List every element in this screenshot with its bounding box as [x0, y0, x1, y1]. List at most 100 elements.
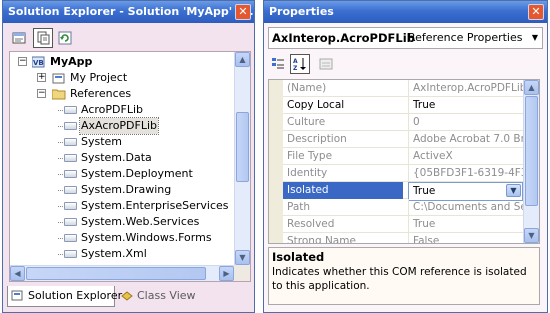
scroll-thumb[interactable] — [26, 267, 206, 280]
collapse-icon[interactable]: − — [37, 89, 46, 98]
solution-explorer-window: Solution Explorer - Solution 'MyApp' (..… — [2, 0, 255, 313]
description-pane: Isolated Indicates whether this COM refe… — [268, 247, 540, 305]
property-value: ActiveX — [408, 148, 523, 165]
property-name: Description — [287, 133, 347, 145]
reference-icon — [64, 218, 77, 226]
property-grid[interactable]: (Name) AxInterop.AcroPDFLib Copy Local T… — [268, 79, 540, 244]
property-value: False — [408, 233, 523, 243]
reference-label-selected: AxAcroPDFLib — [78, 117, 160, 135]
property-grid-gutter — [269, 80, 283, 243]
tree-reference-row[interactable]: System.Web.Services — [10, 214, 236, 230]
solution-explorer-tabs: Solution Explorer Class View — [7, 285, 250, 309]
property-row[interactable]: Identity {05BFD3F1-6319-4F30-E — [283, 165, 523, 182]
tree-reference-row[interactable]: System.Data — [10, 150, 236, 166]
property-name: File Type — [287, 150, 333, 162]
folder-icon — [51, 88, 66, 100]
svg-text:A: A — [293, 58, 298, 65]
tab-label: Class View — [137, 289, 196, 302]
property-name: Resolved — [287, 218, 335, 230]
properties-page-icon[interactable] — [9, 28, 29, 48]
property-grid-scrollbar[interactable]: ▲ ▼ — [523, 80, 539, 243]
reference-icon — [64, 250, 77, 258]
categorized-icon[interactable] — [268, 54, 288, 74]
tree-project-row[interactable]: − VB MyApp — [10, 54, 236, 70]
reference-icon — [64, 138, 77, 146]
properties-window: Properties ✕ AxInterop.AcroPDFLib Refere… — [263, 0, 548, 313]
property-value: 0 — [408, 114, 523, 131]
reference-icon — [64, 186, 77, 194]
property-row-selected[interactable]: Isolated True ▼ — [283, 182, 523, 201]
tree-reference-row[interactable]: System — [10, 134, 236, 150]
close-icon[interactable]: ✕ — [235, 4, 251, 20]
reference-icon — [64, 170, 77, 178]
property-value: Adobe Acrobat 7.0 Brow — [408, 131, 523, 148]
property-row[interactable]: (Name) AxInterop.AcroPDFLib — [283, 80, 523, 97]
reference-label: System.Xml — [81, 247, 147, 260]
tree-reference-row[interactable]: AxAcroPDFLib — [10, 117, 236, 135]
property-row[interactable]: Culture 0 — [283, 114, 523, 131]
tab-label: Solution Explorer — [28, 289, 123, 302]
scroll-right-icon[interactable]: ▶ — [219, 266, 234, 281]
reference-icon — [64, 106, 77, 114]
collapse-icon[interactable]: − — [18, 57, 27, 66]
property-value[interactable]: True — [408, 97, 523, 114]
tree-references-row[interactable]: − References — [10, 86, 236, 102]
object-selector[interactable]: AxInterop.AcroPDFLib Reference Propertie… — [268, 27, 543, 49]
solution-explorer-titlebar[interactable]: Solution Explorer - Solution 'MyApp' (..… — [3, 1, 254, 23]
class-view-tab-icon — [120, 290, 134, 302]
svg-text:Z: Z — [293, 65, 298, 71]
tree-reference-row[interactable]: System.EnterpriseServices — [10, 198, 236, 214]
property-row[interactable]: File Type ActiveX — [283, 148, 523, 165]
property-pages-icon[interactable] — [316, 54, 336, 74]
tree-reference-row[interactable]: System.Deployment — [10, 166, 236, 182]
description-title: Isolated — [272, 250, 325, 264]
tree-reference-row[interactable]: System.Drawing — [10, 182, 236, 198]
scroll-up-icon[interactable]: ▲ — [235, 52, 250, 67]
property-value: True — [413, 185, 436, 197]
tree-horizontal-scrollbar[interactable]: ◀ ▶ — [10, 265, 234, 281]
property-name: Copy Local — [287, 99, 345, 111]
expand-icon[interactable]: + — [37, 73, 46, 82]
property-row[interactable]: Copy Local True — [283, 97, 523, 114]
solution-tree[interactable]: − VB MyApp + My Project − References Acr… — [9, 51, 251, 282]
property-row[interactable]: Resolved True — [283, 216, 523, 233]
scroll-left-icon[interactable]: ◀ — [10, 266, 25, 281]
my-project-icon — [52, 72, 66, 84]
object-type: Reference Properties — [408, 31, 523, 44]
my-project-label: My Project — [70, 71, 128, 84]
property-row[interactable]: Description Adobe Acrobat 7.0 Brow — [283, 131, 523, 148]
chevron-down-icon[interactable]: ▼ — [506, 184, 521, 197]
properties-titlebar[interactable]: Properties ✕ — [264, 1, 547, 23]
tree-reference-row[interactable]: AcroPDFLib — [10, 102, 236, 118]
refresh-icon[interactable] — [55, 28, 75, 48]
scroll-thumb[interactable] — [525, 96, 538, 206]
scroll-down-icon[interactable]: ▼ — [524, 228, 539, 243]
reference-icon — [64, 154, 77, 162]
tree-my-project-row[interactable]: + My Project — [10, 70, 236, 86]
property-name: Path — [287, 201, 311, 213]
scroll-corner — [234, 265, 250, 281]
property-row[interactable]: Path C:\Documents and Settin — [283, 199, 523, 216]
property-name: Isolated — [283, 182, 403, 199]
scroll-down-icon[interactable]: ▼ — [235, 250, 250, 265]
tree-reference-row[interactable]: System.Xml — [10, 246, 236, 262]
scroll-up-icon[interactable]: ▲ — [524, 80, 539, 95]
chevron-down-icon[interactable]: ▼ — [532, 28, 538, 48]
scroll-thumb[interactable] — [236, 112, 249, 182]
tree-vertical-scrollbar[interactable]: ▲ ▼ — [234, 52, 250, 265]
property-value: {05BFD3F1-6319-4F30-E — [408, 165, 523, 182]
property-row[interactable]: Strong Name False — [283, 233, 523, 243]
reference-label: System.Data — [81, 151, 152, 164]
reference-icon — [64, 234, 77, 242]
tab-solution-explorer[interactable]: Solution Explorer — [7, 286, 122, 307]
tab-class-view[interactable]: Class View — [117, 286, 197, 307]
property-name: Identity — [287, 167, 328, 179]
tree-reference-row[interactable]: System.Windows.Forms — [10, 230, 236, 246]
reference-label: AcroPDFLib — [81, 103, 143, 116]
reference-icon — [64, 122, 77, 130]
reference-label: System — [81, 135, 123, 148]
close-icon[interactable]: ✕ — [528, 4, 544, 20]
properties-toolbar: AZ — [268, 53, 543, 75]
show-all-files-icon[interactable] — [33, 28, 53, 48]
alphabetical-sort-icon[interactable]: AZ — [290, 54, 310, 74]
